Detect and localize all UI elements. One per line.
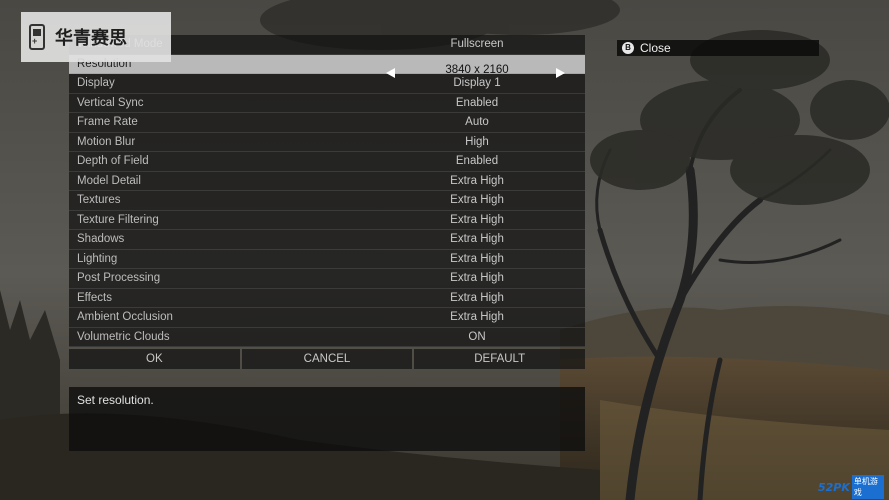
setting-row-model-detail[interactable]: Model Detail Extra High: [69, 172, 585, 191]
graphics-settings-list: Windowed ModeFullscreenResolution3840 x …: [69, 35, 585, 347]
setting-label: Depth of Field: [77, 155, 149, 168]
setting-label: Motion Blur: [77, 135, 136, 148]
setting-value: Enabled: [455, 155, 499, 168]
setting-value: High: [465, 135, 489, 148]
default-button[interactable]: DEFAULT: [414, 349, 586, 369]
action-buttons: OK CANCEL DEFAULT: [69, 349, 586, 369]
handheld-device-icon: [29, 24, 45, 50]
setting-label: Textures: [77, 194, 121, 207]
setting-row-volumetric-clouds[interactable]: Volumetric Clouds ON: [69, 328, 585, 347]
b-button-icon: B: [622, 42, 634, 54]
setting-row-vertical-sync[interactable]: Vertical Sync Enabled: [69, 94, 585, 113]
setting-label: Post Processing: [77, 272, 161, 285]
setting-row-display[interactable]: Display Display 1: [69, 74, 585, 94]
setting-row-frame-rate[interactable]: Frame Rate Auto: [69, 113, 585, 133]
setting-value: Fullscreen: [450, 38, 504, 51]
setting-value: ON: [468, 330, 486, 343]
setting-row-lighting[interactable]: Lighting Extra High: [69, 250, 585, 269]
setting-row-post-processing[interactable]: Post Processing Extra High: [69, 269, 585, 289]
watermark: 华青赛思: [21, 12, 171, 62]
setting-row-depth-of-field[interactable]: Depth of Field Enabled: [69, 152, 585, 172]
close-label: Close: [640, 41, 671, 55]
setting-label: Frame Rate: [77, 116, 138, 129]
setting-label: Vertical Sync: [77, 96, 144, 109]
setting-value: Extra High: [450, 174, 504, 187]
setting-row-texture-filtering[interactable]: Texture Filtering Extra High: [69, 211, 585, 230]
cancel-button[interactable]: CANCEL: [241, 349, 413, 369]
setting-row-effects[interactable]: Effects Extra High: [69, 289, 585, 308]
setting-label: Texture Filtering: [77, 213, 159, 226]
watermark-text: 华青赛思: [55, 28, 127, 49]
logo-text: 单机游戏: [851, 475, 884, 499]
setting-row-shadows[interactable]: Shadows Extra High: [69, 230, 585, 250]
setting-label: Volumetric Clouds: [77, 330, 170, 343]
setting-row-ambient-occlusion[interactable]: Ambient Occlusion Extra High: [69, 308, 585, 328]
setting-label: Ambient Occlusion: [77, 311, 173, 324]
setting-description: Set resolution.: [69, 387, 585, 451]
setting-label: Model Detail: [77, 174, 141, 187]
setting-value: Enabled: [455, 96, 499, 109]
setting-value: Display 1: [453, 77, 501, 90]
setting-value: Extra High: [450, 291, 504, 304]
setting-value: Auto: [465, 116, 489, 129]
setting-value: Extra High: [450, 252, 504, 265]
setting-row-motion-blur[interactable]: Motion Blur High: [69, 133, 585, 152]
setting-value: Extra High: [450, 272, 504, 285]
setting-value: Extra High: [450, 233, 504, 246]
setting-row-textures[interactable]: Textures Extra High: [69, 191, 585, 211]
setting-label: Display: [77, 77, 115, 90]
setting-label: Shadows: [77, 233, 125, 246]
setting-value: Extra High: [450, 213, 504, 226]
setting-value: Extra High: [450, 194, 504, 207]
setting-label: Effects: [77, 291, 112, 304]
setting-label: Lighting: [77, 252, 118, 265]
setting-value: Extra High: [450, 311, 504, 324]
site-logo: 52PK 单机游戏: [818, 475, 884, 499]
logo-number: 52PK: [818, 480, 850, 494]
close-button[interactable]: B Close: [617, 40, 819, 56]
ok-button[interactable]: OK: [69, 349, 240, 369]
